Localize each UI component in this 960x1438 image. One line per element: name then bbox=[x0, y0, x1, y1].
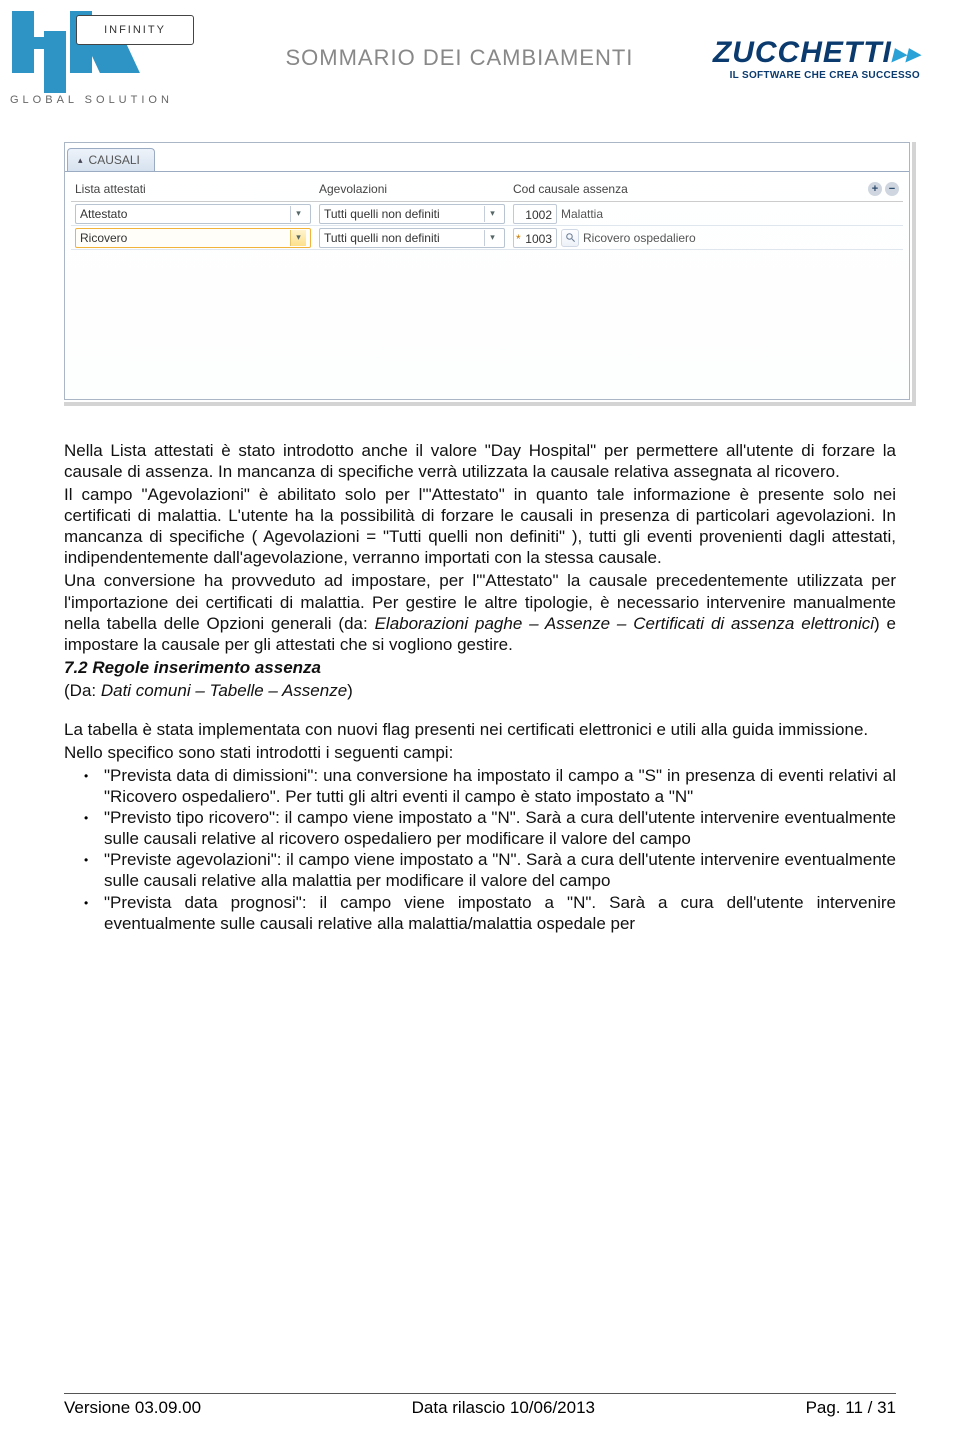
grid-header: Lista attestati Agevolazioni Cod causale… bbox=[71, 176, 903, 202]
search-icon[interactable] bbox=[561, 229, 579, 247]
col-header-code: Cod causale assenza bbox=[513, 182, 713, 196]
table-row: Attestato ▾ Tutti quelli non definiti ▾ … bbox=[71, 202, 903, 226]
collapse-icon: ▴ bbox=[78, 155, 83, 166]
paragraph: Il campo "Agevolazioni" è abilitato solo… bbox=[64, 484, 896, 568]
list-item: "Previsto tipo ricovero": il campo viene… bbox=[64, 807, 896, 849]
bullet-list: "Prevista data di dimissioni": una conve… bbox=[64, 765, 896, 934]
col-header-lista: Lista attestati bbox=[71, 182, 319, 196]
zucchetti-tagline: IL SOFTWARE CHE CREA SUCCESSO bbox=[713, 70, 920, 81]
list-item: "Prevista data di dimissioni": una conve… bbox=[64, 765, 896, 807]
footer-date: Data rilascio 10/06/2013 bbox=[412, 1398, 595, 1418]
list-item: "Previste agevolazioni": il campo viene … bbox=[64, 849, 896, 891]
paragraph: La tabella è stata implementata con nuov… bbox=[64, 719, 896, 740]
ui-screenshot: ▴ CAUSALI Lista attestati Agevolazioni C… bbox=[64, 142, 916, 406]
paragraph: Una conversione ha provveduto ad imposta… bbox=[64, 570, 896, 654]
section-heading: 7.2 Regole inserimento assenza bbox=[64, 657, 896, 678]
grid-rows: Attestato ▾ Tutti quelli non definiti ▾ … bbox=[71, 202, 903, 250]
dropdown-value: Attestato bbox=[80, 207, 127, 221]
document-title: SOMMARIO DEI CAMBIAMENTI bbox=[285, 45, 633, 71]
dropdown-value: Tutti quelli non definiti bbox=[324, 207, 440, 221]
footer-page: Pag. 11 / 31 bbox=[806, 1398, 896, 1418]
remove-row-icon[interactable]: − bbox=[885, 182, 899, 196]
code-description: Ricovero ospedaliero bbox=[583, 231, 696, 245]
page-footer: Versione 03.09.00 Data rilascio 10/06/20… bbox=[64, 1393, 896, 1418]
tab-bar: ▴ CAUSALI bbox=[65, 143, 909, 171]
section-path: (Da: Dati comuni – Tabelle – Assenze) bbox=[64, 680, 896, 701]
hr-infinity-logo: INFINITY GLOBAL SOLUTION bbox=[6, 11, 206, 106]
global-solution-label: GLOBAL SOLUTION bbox=[10, 94, 173, 106]
paragraph: Nello specifico sono stati introdotti i … bbox=[64, 742, 896, 763]
tab-label: CAUSALI bbox=[89, 153, 140, 167]
dropdown-value: Ricovero bbox=[80, 231, 127, 245]
chevron-down-icon: ▾ bbox=[484, 230, 500, 246]
tab-causali[interactable]: ▴ CAUSALI bbox=[67, 148, 155, 171]
footer-version: Versione 03.09.00 bbox=[64, 1398, 201, 1418]
chevron-down-icon: ▾ bbox=[484, 206, 500, 222]
paragraph: Nella Lista attestati è stato introdotto… bbox=[64, 440, 896, 482]
chevron-down-icon: ▾ bbox=[290, 230, 306, 246]
code-input[interactable]: 1002 bbox=[513, 204, 557, 224]
lista-dropdown[interactable]: Attestato ▾ bbox=[75, 204, 311, 224]
dropdown-value: Tutti quelli non definiti bbox=[324, 231, 440, 245]
arrows-icon: ▸▸ bbox=[892, 38, 920, 68]
infinity-label: INFINITY bbox=[76, 15, 194, 45]
zucchetti-name: ZUCCHETTI bbox=[713, 36, 892, 69]
lista-dropdown[interactable]: Ricovero ▾ bbox=[75, 228, 311, 248]
page-header: INFINITY GLOBAL SOLUTION SOMMARIO DEI CA… bbox=[0, 0, 960, 108]
col-header-agev: Agevolazioni bbox=[319, 182, 513, 196]
agev-dropdown[interactable]: Tutti quelli non definiti ▾ bbox=[319, 228, 505, 248]
chevron-down-icon: ▾ bbox=[290, 206, 306, 222]
document-body: Nella Lista attestati è stato introdotto… bbox=[64, 440, 896, 934]
code-input[interactable]: 1003 bbox=[513, 228, 557, 248]
agev-dropdown[interactable]: Tutti quelli non definiti ▾ bbox=[319, 204, 505, 224]
list-item: "Prevista data prognosi": il campo viene… bbox=[64, 892, 896, 934]
table-row: Ricovero ▾ Tutti quelli non definiti ▾ 1… bbox=[71, 226, 903, 250]
zucchetti-logo: ZUCCHETTI▸▸ IL SOFTWARE CHE CREA SUCCESS… bbox=[713, 36, 920, 81]
code-description: Malattia bbox=[561, 207, 603, 221]
add-row-icon[interactable]: + bbox=[868, 182, 882, 196]
